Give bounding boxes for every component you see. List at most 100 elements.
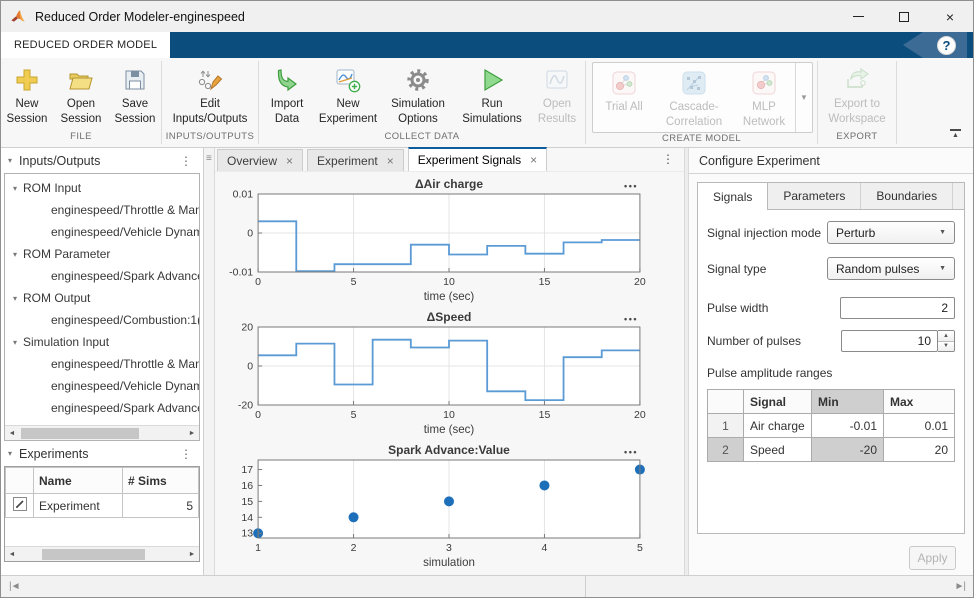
amp-col-signal[interactable]: Signal: [744, 390, 812, 414]
new-experiment-button[interactable]: New Experiment: [315, 62, 381, 129]
trial-all-button[interactable]: Trial All: [593, 63, 655, 132]
number-of-pulses-label: Number of pulses: [707, 334, 801, 348]
tab-reduced-order-model[interactable]: REDUCED ORDER MODEL: [1, 32, 170, 58]
import-data-button[interactable]: Import Data: [259, 62, 315, 129]
splitter-grip-icon[interactable]: ≡: [206, 154, 212, 164]
mlp-network-icon: [752, 67, 776, 99]
tab-boundaries[interactable]: Boundaries: [861, 183, 953, 209]
export-to-workspace-button[interactable]: Export to Workspace: [818, 62, 896, 129]
close-tab-icon[interactable]: ×: [387, 154, 394, 168]
simulation-options-button[interactable]: Simulation Options: [381, 62, 455, 129]
document-bar-menu-button[interactable]: ⋮: [662, 152, 674, 166]
maximize-button[interactable]: [881, 1, 927, 32]
experiment-sims-cell[interactable]: 5: [123, 494, 199, 518]
chart-options-button[interactable]: •••: [624, 447, 638, 457]
scroll-right-icon[interactable]: ►: [185, 551, 199, 558]
save-session-button[interactable]: Save Session: [109, 62, 161, 129]
experiments-col-sims[interactable]: # Sims: [123, 468, 199, 494]
experiments-col-name[interactable]: Name: [34, 468, 123, 494]
chart-options-button[interactable]: •••: [624, 314, 638, 324]
svg-text:1: 1: [255, 542, 261, 554]
configure-experiment-title: Configure Experiment: [689, 148, 973, 174]
tree-item[interactable]: enginespeed/Spark Advance:: [5, 397, 199, 419]
tab-signals[interactable]: Signals: [698, 183, 768, 210]
open-session-button[interactable]: Open Session: [53, 62, 109, 129]
amp-max-cell[interactable]: 0.01: [884, 414, 955, 438]
inputs-outputs-tree: ▾ROM Input enginespeed/Throttle & Manif …: [4, 173, 200, 441]
tree-expander-icon[interactable]: ▾: [13, 184, 17, 193]
number-of-pulses-input[interactable]: [841, 330, 938, 352]
edit-experiment-cell[interactable]: [6, 494, 34, 518]
tree-item[interactable]: ▾ROM Output: [5, 287, 199, 309]
amp-min-cell[interactable]: -20: [812, 438, 884, 462]
open-results-button[interactable]: Open Results: [529, 62, 585, 129]
signal-type-select[interactable]: Random pulses ▼: [827, 257, 955, 280]
inputs-outputs-header[interactable]: ▾ Inputs/Outputs ⋮: [1, 148, 203, 173]
tree-item[interactable]: enginespeed/Throttle & Manif: [5, 353, 199, 375]
pulse-width-input[interactable]: [840, 297, 955, 319]
amp-col-max[interactable]: Max: [884, 390, 955, 414]
collapse-toolstrip-button[interactable]: ▲: [950, 129, 961, 139]
experiments-horizontal-scrollbar[interactable]: ◄ ►: [5, 546, 199, 561]
spin-up-icon[interactable]: ▲: [938, 331, 954, 342]
scroll-left-icon[interactable]: ◄: [5, 430, 19, 437]
scrollbar-thumb[interactable]: [21, 428, 139, 439]
signal-injection-mode-select[interactable]: Perturb ▼: [827, 221, 955, 244]
help-button[interactable]: ?: [937, 36, 956, 55]
chart-options-button[interactable]: •••: [624, 181, 638, 191]
tree-item[interactable]: enginespeed/Spark Advance:: [5, 265, 199, 287]
save-floppy-icon: [123, 64, 147, 96]
spin-down-icon[interactable]: ▼: [938, 342, 954, 352]
left-splitter[interactable]: ≡: [204, 148, 215, 575]
amp-signal-cell[interactable]: Air charge: [744, 414, 812, 438]
amp-col-min[interactable]: Min: [812, 390, 884, 414]
experiment-name-cell[interactable]: Experiment: [34, 494, 123, 518]
collapse-toolstrip-icon: ▲: [952, 132, 959, 139]
amp-max-cell[interactable]: 20: [884, 438, 955, 462]
cascade-correlation-button[interactable]: Cascade-Correlation: [655, 63, 733, 132]
tree-item[interactable]: ▾ROM Parameter: [5, 243, 199, 265]
tree-horizontal-scrollbar[interactable]: ◄ ►: [5, 425, 199, 440]
tree-item[interactable]: ▾Simulation Input: [5, 331, 199, 353]
tree-item[interactable]: enginespeed/Combustion:1(T: [5, 309, 199, 331]
tree-expander-icon[interactable]: ▾: [13, 338, 17, 347]
inputs-outputs-menu-button[interactable]: ⋮: [176, 154, 196, 168]
run-simulations-button[interactable]: Run Simulations: [455, 62, 529, 129]
collapse-section-icon[interactable]: ▾: [8, 449, 12, 458]
tree-item[interactable]: enginespeed/Throttle & Manif: [5, 199, 199, 221]
experiments-header[interactable]: ▾ Experiments ⋮: [1, 441, 203, 466]
tree-item[interactable]: enginespeed/Vehicle Dynami: [5, 221, 199, 243]
collapse-section-icon[interactable]: ▾: [8, 156, 12, 165]
gallery-dropdown-button[interactable]: ▼: [795, 63, 812, 132]
tree-item[interactable]: enginespeed/Vehicle Dynami: [5, 375, 199, 397]
collapse-panel-right-button[interactable]: ►|: [955, 581, 966, 592]
scrollbar-thumb[interactable]: [42, 549, 145, 560]
close-button[interactable]: ×: [927, 1, 973, 32]
apply-button[interactable]: Apply: [909, 546, 956, 570]
tree-item[interactable]: ▾ROM Input: [5, 177, 199, 199]
tab-overview[interactable]: Overview ×: [217, 149, 303, 171]
minimize-button[interactable]: [835, 1, 881, 32]
tree-expander-icon[interactable]: ▾: [13, 294, 17, 303]
chevron-down-icon: ▼: [939, 229, 946, 236]
table-row[interactable]: Experiment 5: [6, 494, 199, 518]
experiments-menu-button[interactable]: ⋮: [176, 447, 196, 461]
tab-parameters[interactable]: Parameters: [768, 183, 861, 209]
ribbon-tab-strip: REDUCED ORDER MODEL ?: [1, 32, 973, 58]
tab-experiment-signals[interactable]: Experiment Signals ×: [408, 147, 547, 171]
pulse-width-label: Pulse width: [707, 301, 768, 315]
tab-experiment[interactable]: Experiment ×: [307, 149, 404, 171]
tree-expander-icon[interactable]: ▾: [13, 250, 17, 259]
collapse-panel-left-button[interactable]: |◄: [9, 581, 20, 592]
scroll-right-icon[interactable]: ►: [185, 430, 199, 437]
scroll-left-icon[interactable]: ◄: [5, 551, 19, 558]
mlp-network-button[interactable]: MLP Network: [733, 63, 795, 132]
run-play-icon: [479, 64, 505, 96]
close-tab-icon[interactable]: ×: [530, 153, 537, 167]
amp-signal-cell[interactable]: Speed: [744, 438, 812, 462]
maximize-icon: [899, 12, 909, 22]
edit-inputs-outputs-button[interactable]: Edit Inputs/Outputs: [162, 62, 258, 129]
amp-min-cell[interactable]: -0.01: [812, 414, 884, 438]
close-tab-icon[interactable]: ×: [286, 154, 293, 168]
new-session-button[interactable]: New Session: [1, 62, 53, 129]
